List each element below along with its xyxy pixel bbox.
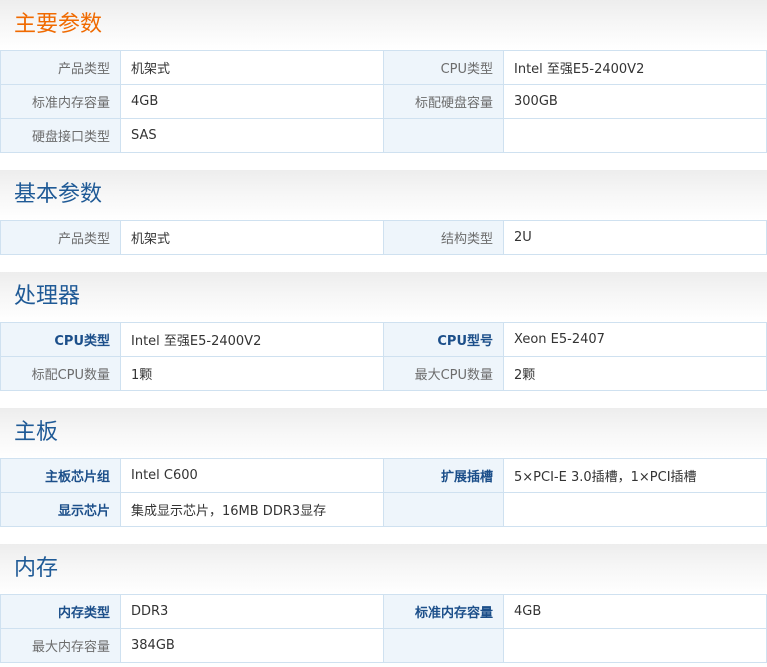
spec-value: 384GB [120, 628, 384, 663]
section-title: 主要参数 [14, 12, 103, 37]
spec-value-empty [503, 118, 767, 153]
section-header-main-params: 主要参数 [0, 0, 767, 50]
spec-table-motherboard: 主板芯片组 Intel C600 扩展插槽 5×PCI-E 3.0插槽，1×PC… [0, 458, 767, 527]
table-row: 硬盘接口类型 SAS [0, 118, 767, 153]
section-title: 处理器 [14, 284, 81, 309]
spec-value: 集成显示芯片，16MB DDR3显存 [120, 492, 384, 527]
section-title: 内存 [14, 556, 59, 581]
spec-value: 300GB [503, 84, 767, 119]
spec-value: SAS [120, 118, 384, 153]
spec-value: 1颗 [120, 356, 384, 391]
spec-table-basic-params: 产品类型 机架式 结构类型 2U [0, 220, 767, 255]
spec-value-empty [503, 628, 767, 663]
table-row: 主板芯片组 Intel C600 扩展插槽 5×PCI-E 3.0插槽，1×PC… [0, 458, 767, 493]
spec-page: 主要参数 产品类型 机架式 CPU类型 Intel 至强E5-2400V2 标准… [0, 0, 767, 667]
spec-value: Intel 至强E5-2400V2 [503, 50, 767, 85]
spec-key-empty [383, 628, 504, 663]
section-header-memory: 内存 [0, 544, 767, 594]
section-header-basic-params: 基本参数 [0, 170, 767, 220]
table-row: 产品类型 机架式 CPU类型 Intel 至强E5-2400V2 [0, 50, 767, 85]
spec-table-main-params: 产品类型 机架式 CPU类型 Intel 至强E5-2400V2 标准内存容量 … [0, 50, 767, 153]
table-row: 标准内存容量 4GB 标配硬盘容量 300GB [0, 84, 767, 119]
spec-key: 产品类型 [0, 50, 121, 85]
spec-key: 标配硬盘容量 [383, 84, 504, 119]
section-header-processor: 处理器 [0, 272, 767, 322]
table-row: 产品类型 机架式 结构类型 2U [0, 220, 767, 255]
section-title: 主板 [14, 420, 59, 445]
spec-table-processor: CPU类型 Intel 至强E5-2400V2 CPU型号 Xeon E5-24… [0, 322, 767, 391]
table-row: 标配CPU数量 1颗 最大CPU数量 2颗 [0, 356, 767, 391]
spec-value: 机架式 [120, 220, 384, 255]
spec-value: 4GB [503, 594, 767, 629]
spec-key-empty [383, 118, 504, 153]
spec-key: 标准内存容量 [383, 594, 504, 629]
spec-value: Xeon E5-2407 [503, 322, 767, 357]
table-row: 内存类型 DDR3 标准内存容量 4GB [0, 594, 767, 629]
spec-table-memory: 内存类型 DDR3 标准内存容量 4GB 最大内存容量 384GB [0, 594, 767, 663]
section-title: 基本参数 [14, 182, 103, 207]
spec-key: 标准内存容量 [0, 84, 121, 119]
spec-key: 主板芯片组 [0, 458, 121, 493]
spec-key: 扩展插槽 [383, 458, 504, 493]
table-row: 显示芯片 集成显示芯片，16MB DDR3显存 [0, 492, 767, 527]
spec-value: 4GB [120, 84, 384, 119]
spec-key: 最大CPU数量 [383, 356, 504, 391]
table-row: CPU类型 Intel 至强E5-2400V2 CPU型号 Xeon E5-24… [0, 322, 767, 357]
spec-value: Intel C600 [120, 458, 384, 493]
spec-value-empty [503, 492, 767, 527]
spec-value: 5×PCI-E 3.0插槽，1×PCI插槽 [503, 458, 767, 493]
spec-key: 结构类型 [383, 220, 504, 255]
spec-value: 2颗 [503, 356, 767, 391]
spec-key: 最大内存容量 [0, 628, 121, 663]
spec-value: 机架式 [120, 50, 384, 85]
spec-key: CPU型号 [383, 322, 504, 357]
spec-key-empty [383, 492, 504, 527]
spec-key: 显示芯片 [0, 492, 121, 527]
spec-key: 产品类型 [0, 220, 121, 255]
spec-key: 内存类型 [0, 594, 121, 629]
spec-key: 硬盘接口类型 [0, 118, 121, 153]
section-header-motherboard: 主板 [0, 408, 767, 458]
spec-value: 2U [503, 220, 767, 255]
spec-key: 标配CPU数量 [0, 356, 121, 391]
spec-key: CPU类型 [383, 50, 504, 85]
spec-value: DDR3 [120, 594, 384, 629]
table-row: 最大内存容量 384GB [0, 628, 767, 663]
spec-key: CPU类型 [0, 322, 121, 357]
spec-value: Intel 至强E5-2400V2 [120, 322, 384, 357]
